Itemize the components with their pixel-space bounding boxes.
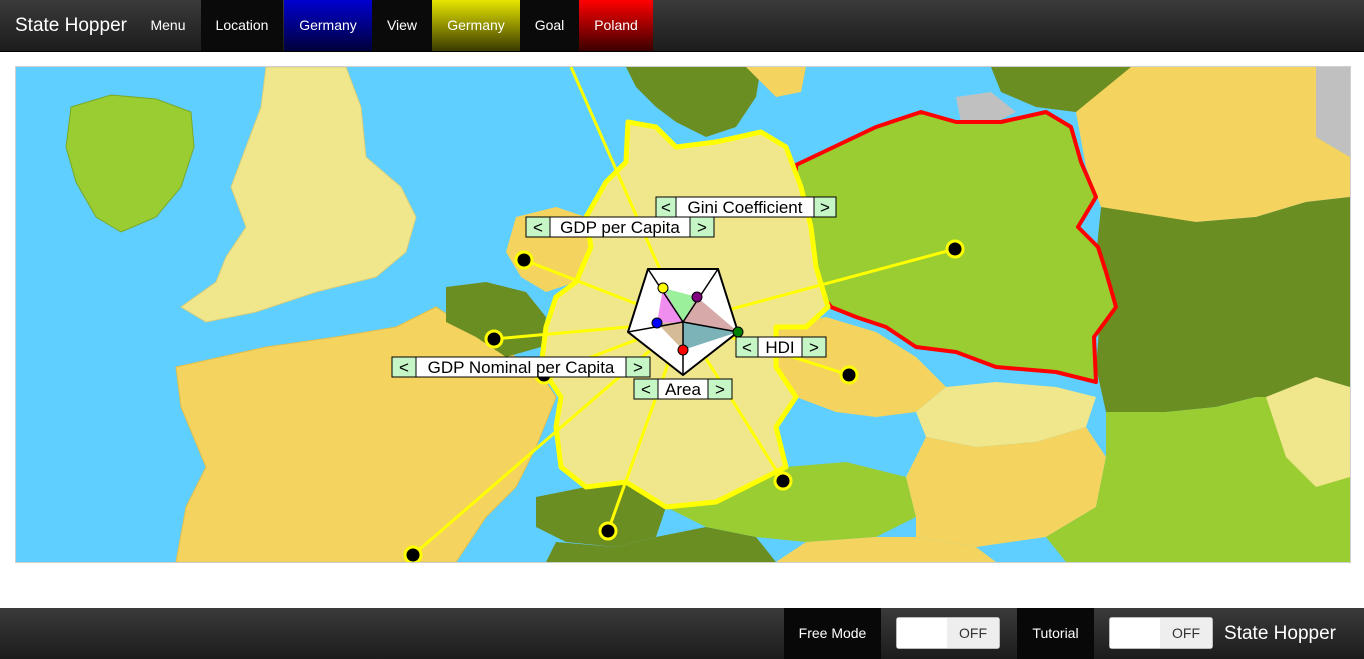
gdp-nominal-label: GDP Nominal per Capita [428, 358, 615, 377]
stat-label-area: < Area > [633, 378, 733, 400]
tutorial-toggle[interactable]: OFF [1109, 617, 1213, 649]
radar-point-hdi [732, 326, 744, 338]
area-next-button[interactable]: > [715, 380, 725, 399]
gdp-nominal-next-button[interactable]: > [633, 358, 643, 377]
hdi-next-button[interactable]: > [809, 338, 819, 357]
goal-value-button[interactable]: Poland [579, 0, 653, 51]
gdp-pc-label: GDP per Capita [560, 218, 680, 237]
europe-map[interactable]: < Gini Coefficient > < GDP per Capita > … [16, 67, 1350, 562]
menu-button[interactable]: Menu [139, 0, 197, 51]
gdp-pc-next-button[interactable]: > [697, 218, 707, 237]
free-mode-state: OFF [947, 618, 999, 648]
footer-brand[interactable]: State Hopper [1224, 608, 1336, 659]
marker-austria[interactable] [773, 471, 793, 491]
tutorial-toggle-knob[interactable] [1110, 618, 1163, 648]
hdi-prev-button[interactable]: < [742, 338, 752, 357]
free-mode-toggle-knob[interactable] [897, 618, 950, 648]
free-mode-label: Free Mode [784, 608, 881, 659]
gini-next-button[interactable]: > [820, 198, 830, 217]
gdp-pc-prev-button[interactable]: < [533, 218, 543, 237]
marker-poland[interactable] [945, 239, 965, 259]
view-label: View [372, 0, 432, 51]
stat-label-gdp-nominal: < GDP Nominal per Capita > [391, 356, 651, 378]
stat-label-gini: < Gini Coefficient > [655, 196, 837, 218]
marker-netherlands[interactable] [514, 250, 534, 270]
radar-point-gdp-pc [691, 291, 703, 303]
area-label: Area [665, 380, 701, 399]
stat-label-gdp-pc: < GDP per Capita > [525, 216, 715, 238]
top-navbar: State Hopper Menu Location Germany View … [0, 0, 1364, 52]
hdi-label: HDI [765, 338, 794, 357]
marker-france[interactable] [403, 545, 423, 562]
marker-belgium[interactable] [484, 329, 504, 349]
gdp-nominal-prev-button[interactable]: < [399, 358, 409, 377]
free-mode-toggle[interactable]: OFF [896, 617, 1000, 649]
map-canvas[interactable]: < Gini Coefficient > < GDP per Capita > … [15, 66, 1351, 563]
radar-point-gini [657, 282, 669, 294]
tutorial-label: Tutorial [1017, 608, 1094, 659]
gini-prev-button[interactable]: < [661, 198, 671, 217]
radar-point-area [677, 344, 689, 356]
radar-point-gdp-nominal [651, 317, 663, 329]
country-belarus[interactable] [1076, 67, 1350, 222]
gini-label: Gini Coefficient [688, 198, 803, 217]
location-value-button[interactable]: Germany [284, 0, 372, 51]
location-label: Location [201, 0, 283, 51]
goal-label: Goal [520, 0, 579, 51]
area-prev-button[interactable]: < [641, 380, 651, 399]
marker-switzerland[interactable] [598, 521, 618, 541]
tutorial-state: OFF [1160, 618, 1212, 648]
marker-czech[interactable] [839, 365, 859, 385]
bottom-toolbar: Free Mode OFF Tutorial OFF State Hopper [0, 608, 1364, 659]
view-value-button[interactable]: Germany [432, 0, 520, 51]
stat-label-hdi: < HDI > [735, 336, 827, 358]
app-title[interactable]: State Hopper [15, 0, 127, 51]
